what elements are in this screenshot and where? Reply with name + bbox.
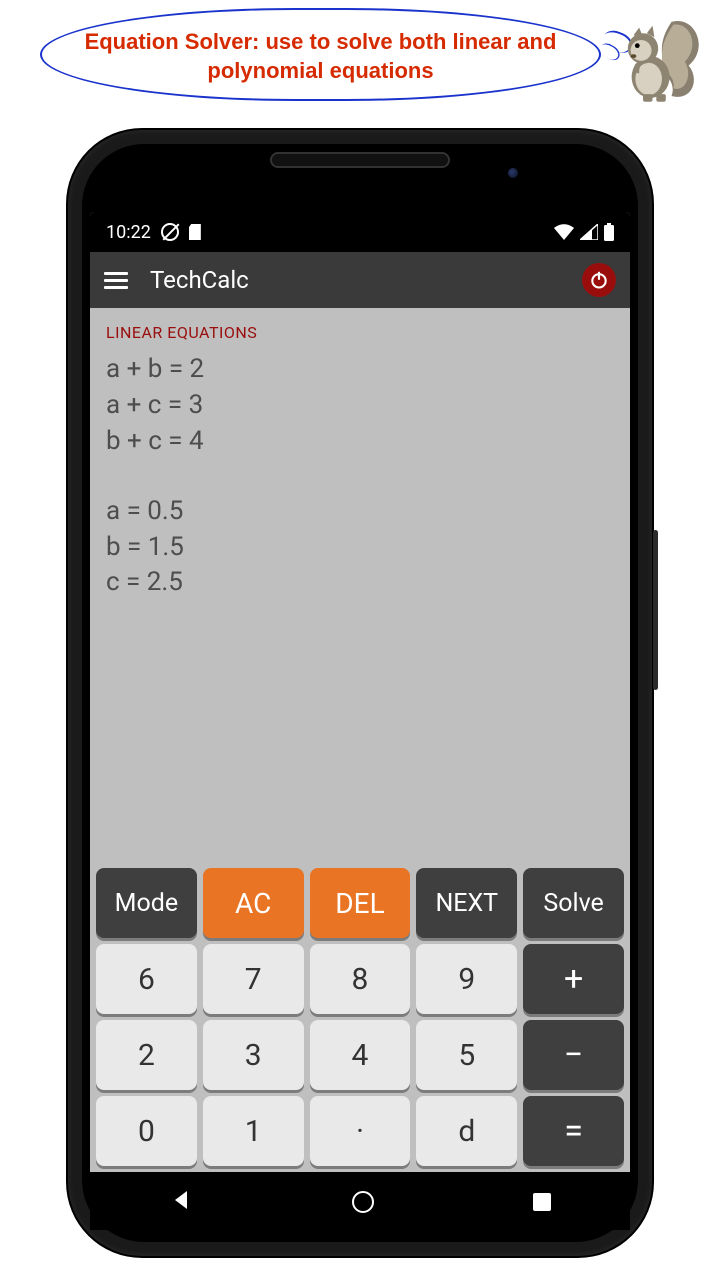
menu-button[interactable] [104,272,128,289]
solve-key[interactable]: Solve [523,868,624,938]
two-key[interactable]: 2 [96,1020,197,1090]
seven-key[interactable]: 7 [203,944,304,1014]
front-camera [508,168,518,178]
six-key[interactable]: 6 [96,944,197,1014]
dot-key[interactable]: · [310,1096,411,1166]
equals-key[interactable]: = [523,1096,624,1166]
equations-block: a + b = 2 a + c = 3 b + c = 4 [106,352,614,460]
phone-screen: 10:22 [90,212,630,1172]
solution-line: b = 1.5 [106,530,614,566]
signal-icon [580,224,598,240]
back-button[interactable] [169,1188,193,1216]
recents-button[interactable] [533,1193,551,1211]
d-key[interactable]: d [416,1096,517,1166]
app-title: TechCalc [150,266,249,294]
plus-key[interactable]: + [523,944,624,1014]
four-key[interactable]: 4 [310,1020,411,1090]
wifi-icon [554,224,574,240]
ac-key[interactable]: AC [203,868,304,938]
mode-label: LINEAR EQUATIONS [106,322,614,344]
three-key[interactable]: 3 [203,1020,304,1090]
one-key[interactable]: 1 [203,1096,304,1166]
equation-line: a + c = 3 [106,388,614,424]
zero-key[interactable]: 0 [96,1096,197,1166]
speech-bubble: Equation Solver: use to solve both linea… [40,8,601,101]
squirrel-mascot [605,8,700,108]
eight-key[interactable]: 8 [310,944,411,1014]
home-button[interactable] [352,1191,374,1213]
keypad: Mode AC DEL NEXT Solve 6 7 8 9 + 2 3 4 [90,862,630,1172]
callout-text: Equation Solver: use to solve both linea… [85,29,557,83]
nine-key[interactable]: 9 [416,944,517,1014]
solution-line: c = 2.5 [106,565,614,601]
no-update-icon [161,223,179,241]
calculator-display: LINEAR EQUATIONS a + b = 2 a + c = 3 b +… [90,308,630,862]
status-time: 10:22 [106,222,151,243]
help-callout: Equation Solver: use to solve both linea… [40,8,700,118]
status-bar: 10:22 [90,212,630,252]
battery-icon [604,223,614,241]
five-key[interactable]: 5 [416,1020,517,1090]
app-bar: TechCalc [90,252,630,308]
solutions-block: a = 0.5 b = 1.5 c = 2.5 [106,494,614,602]
next-key[interactable]: NEXT [416,868,517,938]
phone-frame: 10:22 [68,130,652,1256]
earpiece [270,152,450,168]
mode-key[interactable]: Mode [96,868,197,938]
equation-line: a + b = 2 [106,352,614,388]
del-key[interactable]: DEL [310,868,411,938]
sd-card-icon [189,224,201,240]
solution-line: a = 0.5 [106,494,614,530]
android-nav-bar [90,1174,630,1230]
minus-key[interactable]: − [523,1020,624,1090]
equation-line: b + c = 4 [106,424,614,460]
power-button[interactable] [582,263,616,297]
